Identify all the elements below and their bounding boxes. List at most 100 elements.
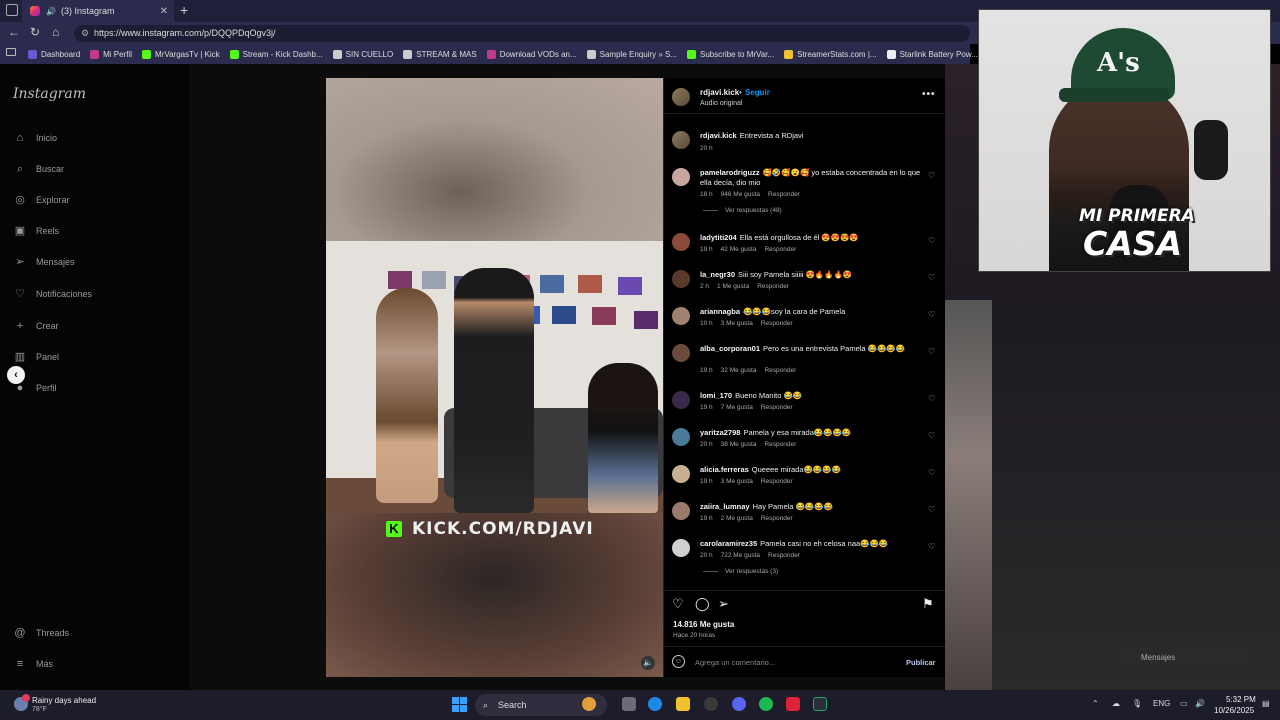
comment-likes[interactable]: 1 Me gusta [717, 283, 749, 290]
more-options-icon[interactable]: ••• [922, 89, 936, 100]
comment-username[interactable]: lomi_170 [700, 391, 732, 400]
commenter-avatar[interactable] [672, 428, 690, 446]
follow-button[interactable]: Seguir [745, 88, 770, 97]
commenter-avatar[interactable] [672, 539, 690, 557]
new-tab-button[interactable]: + [180, 2, 188, 18]
nav-crear[interactable]: + Crear [14, 320, 59, 332]
mic-icon[interactable]: 🎙 [1132, 699, 1142, 708]
publish-button[interactable]: Publicar [906, 658, 936, 667]
author-username[interactable]: rdjavi.kick [700, 88, 739, 97]
author-avatar[interactable] [672, 88, 690, 106]
comment-like-icon[interactable]: ♡ [928, 236, 935, 245]
reply-button[interactable]: Responder [768, 552, 800, 559]
discord-icon[interactable] [732, 697, 746, 711]
bookmark-item[interactable]: SIN CUELLO [332, 49, 393, 59]
clock-time[interactable]: 5:32 PM [1226, 695, 1256, 704]
comment-username[interactable]: pamelarodriguzz [700, 168, 760, 177]
home-icon[interactable]: ⌂ [52, 25, 59, 39]
volume-icon[interactable]: 🔊 [1195, 699, 1205, 708]
comment-likes[interactable]: 38 Me gusta [721, 441, 757, 448]
commenter-avatar[interactable] [672, 270, 690, 288]
bookmark-item[interactable]: Subscribe to MrVar... [687, 49, 774, 59]
comment-like-icon[interactable]: ♡ [928, 347, 935, 356]
notifications-icon[interactable]: ▤ [1262, 699, 1270, 708]
reply-button[interactable]: Responder [761, 404, 793, 411]
clock-date[interactable]: 10/26/2025 [1214, 706, 1254, 715]
audio-label[interactable]: Audio original [700, 100, 742, 107]
nav-threads[interactable]: @ Threads [14, 627, 69, 639]
site-info-icon[interactable]: ⚙ [81, 25, 89, 42]
commenter-avatar[interactable] [672, 168, 690, 186]
caption-username[interactable]: rdjavi.kick [700, 131, 737, 140]
comment-input[interactable]: Agrega un comentario... [695, 658, 775, 667]
tray-chevron-icon[interactable]: ⌃ [1092, 699, 1099, 708]
comment-like-icon[interactable]: ♡ [928, 171, 935, 180]
commenter-avatar[interactable] [672, 344, 690, 362]
bookmark-item[interactable]: Sample Enquiry » S... [586, 49, 677, 59]
comment-like-icon[interactable]: ♡ [928, 310, 935, 319]
comment-like-icon[interactable]: ♡ [928, 273, 935, 282]
commenter-avatar[interactable] [672, 307, 690, 325]
commenter-avatar[interactable] [672, 391, 690, 409]
comment-like-icon[interactable]: ♡ [928, 468, 935, 477]
edge-icon[interactable] [648, 697, 662, 711]
reel-video[interactable] [326, 78, 663, 677]
comment-likes[interactable]: 2 Me gusta [721, 515, 753, 522]
comment-username[interactable]: ariannagba [700, 307, 740, 316]
task-view-icon[interactable] [622, 697, 636, 711]
caption-avatar[interactable] [672, 131, 690, 149]
comment-username[interactable]: alicia.ferreras [700, 465, 749, 474]
comment-like-icon[interactable]: ♡ [928, 431, 935, 440]
language-indicator[interactable]: ENG [1153, 699, 1170, 708]
share-icon[interactable]: ➢ [718, 596, 729, 612]
nav-panel[interactable]: ▥ Panel [14, 351, 59, 363]
bookmark-item[interactable]: STREAM & MAS [403, 49, 477, 59]
tab-close-icon[interactable]: ✕ [160, 6, 168, 17]
back-icon[interactable]: ← [8, 25, 20, 39]
tab-actions-icon[interactable] [6, 4, 18, 16]
bookmark-item[interactable]: MrVargasTv | Kick [142, 49, 220, 59]
comment-likes[interactable]: 32 Me gusta [721, 367, 757, 374]
file-explorer-icon[interactable] [676, 697, 690, 711]
comment-likes[interactable]: 3 Me gusta [721, 320, 753, 327]
chrome-icon[interactable] [704, 697, 718, 711]
start-button[interactable] [452, 697, 467, 712]
reply-button[interactable]: Responder [764, 367, 796, 374]
bookmark-item[interactable]: Dashboard [28, 49, 80, 59]
nav-perfil[interactable]: ● Perfil [14, 382, 57, 394]
excel-icon[interactable] [813, 697, 827, 711]
bookmark-item[interactable]: Download VODs an... [486, 49, 577, 59]
tab-instagram[interactable]: 🔊 (3) Instagram ✕ [22, 0, 174, 22]
commenter-avatar[interactable] [672, 465, 690, 483]
reply-button[interactable]: Responder [764, 441, 796, 448]
spotify-icon[interactable] [759, 697, 773, 711]
comment-username[interactable]: ladytiti204 [700, 233, 737, 242]
reply-button[interactable]: Responder [761, 515, 793, 522]
reply-button[interactable]: Responder [768, 191, 800, 198]
comment-username[interactable]: yaritza2798 [700, 428, 740, 437]
comment-username[interactable]: alba_corporan01 [700, 344, 760, 353]
save-icon[interactable]: ⚑ [922, 596, 934, 612]
nav-inicio[interactable]: ⌂ Inicio [14, 132, 57, 144]
comment-likes[interactable]: 7 Me gusta [721, 404, 753, 411]
bookmark-item[interactable]: Stream - Kick Dashb... [229, 49, 323, 59]
nav-buscar[interactable]: ⌕ Buscar [14, 163, 64, 175]
nav-notificaciones[interactable]: ♡ Notificaciones [14, 288, 92, 300]
bookmark-item[interactable]: Mi Perfil [90, 49, 132, 59]
reply-button[interactable]: Responder [764, 246, 796, 253]
commenter-avatar[interactable] [672, 233, 690, 251]
app-icon[interactable] [786, 697, 800, 711]
address-bar[interactable]: ⚙ https://www.instagram.com/p/DQQPDqOgv3… [74, 25, 970, 42]
bookmark-item[interactable]: StreamerStats.com |... [784, 49, 877, 59]
comment-likes[interactable]: 722 Me gusta [721, 552, 760, 559]
mute-button[interactable]: 🔈 [641, 656, 655, 670]
comment-likes[interactable]: 946 Me gusta [721, 191, 760, 198]
emoji-icon[interactable]: ☺ [672, 655, 685, 668]
reload-icon[interactable]: ↻ [30, 25, 40, 39]
comment-username[interactable]: carolaramirez35 [700, 539, 757, 548]
reply-button[interactable]: Responder [761, 478, 793, 485]
view-replies-button[interactable]: Ver respuestas (48) [703, 207, 782, 214]
nav-reels[interactable]: ▣ Reels [14, 225, 59, 237]
commenter-avatar[interactable] [672, 502, 690, 520]
comment-like-icon[interactable]: ♡ [928, 542, 935, 551]
